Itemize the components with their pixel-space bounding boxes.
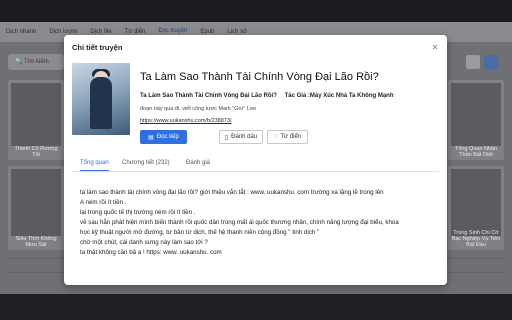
- book-card[interactable]: Thành Cổ Rương Tốt: [8, 80, 64, 160]
- description-line: ta làm sao thành tài chính vòng đại lão …: [80, 189, 384, 196]
- book-card[interactable]: Trùng Sinh Chi Cờ Bạc Nghiệp Vụ Tiên Bất…: [448, 166, 504, 250]
- book-open-icon: ▤: [148, 134, 154, 141]
- book-cover: [11, 83, 61, 146]
- dictionary-button[interactable]: ◌ Từ điển: [267, 130, 308, 144]
- description-line: A ném rồi ít tiền .: [80, 199, 127, 206]
- book-caption: Thành Cổ Rương Tốt: [14, 146, 58, 158]
- read-button[interactable]: ▤ Đọc tiếp: [140, 130, 187, 144]
- book-caption: Siêu Thời Không Mưu Sát: [15, 236, 57, 248]
- bookmark-icon: ▯: [224, 134, 229, 141]
- description-line: về sau hắn phát hiện mình biến thành rồi…: [80, 219, 399, 226]
- description-line: chờ một chút, cái danh sưng này làm sao …: [80, 239, 208, 246]
- book-description: ta làm sao thành tài chính vòng đại lão …: [80, 188, 435, 258]
- description-line: ta thật không cần bả a ! https: www. uuk…: [80, 249, 222, 256]
- book-title: Ta Làm Sao Thành Tài Chính Vòng Đại Lão …: [140, 71, 379, 83]
- story-detail-modal: Chi tiết truyện ✕ Ta Làm Sao Thành Tài C…: [64, 35, 447, 285]
- book-card[interactable]: Siêu Thời Không Mưu Sát: [8, 166, 64, 250]
- book-cover: [451, 169, 501, 236]
- detail-tabs: Tổng quan Chương tiết (232) Đánh giá: [72, 158, 439, 172]
- modal-title: Chi tiết truyện: [72, 43, 123, 52]
- book-caption: Tổng Quan Nhân Thần Bất Diệt: [454, 146, 498, 158]
- tab-overview[interactable]: Tổng quan: [80, 160, 109, 171]
- search-placeholder: Tìm kiếm: [24, 59, 49, 65]
- book-cover-image: [72, 63, 130, 135]
- read-button-label: Đọc tiếp: [156, 134, 179, 140]
- book-cover: [11, 169, 61, 236]
- nav-item-quick-translate[interactable]: Dịch nhanh: [6, 29, 36, 35]
- search-input[interactable]: 🔍 Tìm kiếm: [8, 54, 64, 70]
- bottom-bar: [0, 294, 512, 320]
- book-author: Tác Giả :Máy Xúc Nhà Ta Không Mạnh: [284, 93, 394, 99]
- book-meta: Ta Làm Sao Thành Tài Chính Vòng Đại Lão …: [140, 93, 393, 99]
- list-view-icon[interactable]: [466, 55, 480, 69]
- dictionary-button-label: Từ điển: [280, 134, 302, 140]
- book-card[interactable]: Tổng Quan Nhân Thần Bất Diệt: [448, 80, 504, 160]
- book-title-vi: Ta Làm Sao Thành Tài Chính Vòng Đại Lão …: [140, 93, 277, 99]
- top-bar: [0, 0, 512, 22]
- tab-chapters[interactable]: Chương tiết (232): [122, 160, 170, 166]
- description-line: học kỹ thuật người mở đường, tư bản từ d…: [80, 229, 320, 236]
- book-caption: Trùng Sinh Chi Cờ Bạc Nghiệp Vụ Tiên Bất…: [451, 230, 501, 248]
- close-icon[interactable]: ✕: [431, 44, 439, 52]
- book-source-link[interactable]: https://www.uukanshu.com/b/238873/: [140, 118, 231, 124]
- chat-icon: ◌: [273, 134, 278, 140]
- bookmark-button[interactable]: ▯ Đánh dấu: [219, 130, 263, 144]
- description-line: lại trong quốc tế thị trường ném rồi ít …: [80, 209, 196, 216]
- bookmark-button-label: Đánh dấu: [231, 134, 258, 140]
- tab-reviews[interactable]: Đánh giá: [186, 160, 210, 166]
- grid-view-icon[interactable]: [484, 55, 498, 69]
- book-cover: [451, 83, 501, 146]
- book-subtitle: đoạn này qua đi, viết công lược Mark "Go…: [140, 106, 257, 112]
